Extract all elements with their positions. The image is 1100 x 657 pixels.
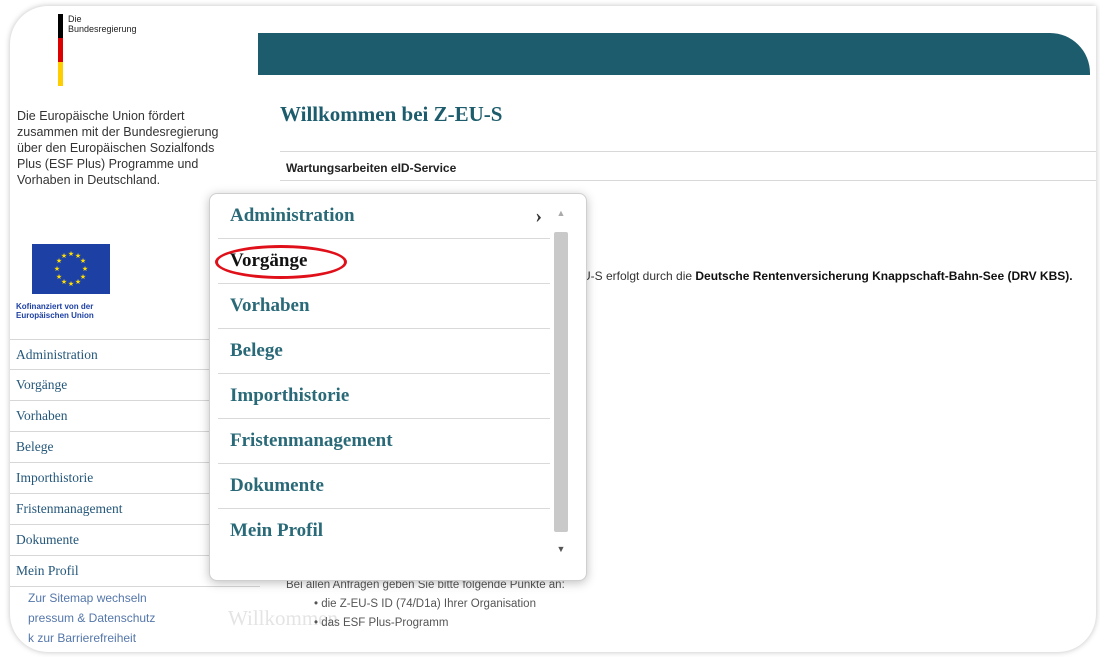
svg-text:★: ★ — [75, 278, 81, 286]
menu-item-importhistorie[interactable]: Importhistorie — [218, 374, 550, 419]
logo-small-text: Die — [68, 14, 82, 24]
list-item: die Z-EU-S ID (74/D1a) Ihrer Organisatio… — [314, 595, 565, 614]
divider — [280, 180, 1096, 181]
menu-item-administration[interactable]: Administration › — [218, 194, 550, 239]
eu-flag-icon: ★ ★ ★ ★ ★ ★ ★ ★ ★ ★ ★ ★ — [32, 244, 110, 294]
menu-item-vorgaenge[interactable]: Vorgänge — [215, 239, 550, 284]
german-flag-icon — [58, 14, 63, 86]
red-highlight-circle — [215, 245, 347, 279]
menu-item-dokumente[interactable]: Dokumente — [218, 464, 550, 509]
scroll-up-arrow-icon[interactable]: ▲ — [551, 208, 571, 220]
divider — [280, 151, 1096, 152]
menu-item-vorhaben[interactable]: Vorhaben — [218, 284, 550, 329]
navigation-dropdown-menu: Administration › Vorgänge Vorhaben Beleg… — [209, 193, 587, 581]
menu-scrollbar[interactable]: ▲ ▼ — [551, 208, 571, 556]
svg-text:★: ★ — [82, 265, 88, 273]
header-banner — [258, 33, 1090, 75]
operator-info: U-S erfolgt durch die Deutsche Rentenver… — [582, 269, 1073, 283]
chevron-right-icon[interactable]: › — [535, 194, 542, 238]
maintenance-notice-heading[interactable]: Wartungsarbeiten eID-Service — [286, 161, 456, 175]
menu-item-fristenmanagement[interactable]: Fristenmanagement — [218, 419, 550, 464]
menu-list: Administration › Vorgänge Vorhaben Beleg… — [215, 194, 550, 554]
scroll-down-arrow-icon[interactable]: ▼ — [551, 544, 571, 556]
svg-text:★: ★ — [68, 280, 74, 288]
contact-instructions: Bei allen Anfragen geben Sie bitte folge… — [286, 576, 565, 633]
svg-text:★: ★ — [80, 257, 86, 265]
menu-item-mein-profil[interactable]: Mein Profil — [218, 509, 550, 554]
impressum-link[interactable]: pressum & Datenschutz — [28, 608, 155, 628]
scroll-thumb[interactable] — [554, 232, 568, 532]
sitemap-link[interactable]: Zur Sitemap wechseln — [28, 588, 155, 608]
svg-text:★: ★ — [61, 252, 67, 260]
barrierefreiheit-link[interactable]: k zur Barrierefreiheit — [28, 628, 155, 648]
list-item: das ESF Plus-Programm — [314, 614, 565, 633]
page-frame: Die Bundesregierung Die Europäische Unio… — [10, 6, 1096, 652]
menu-item-belege[interactable]: Belege — [218, 329, 550, 374]
page-title: Willkommen bei Z-EU-S — [280, 102, 503, 126]
logo-name: Bundesregierung — [68, 24, 137, 34]
footer-links: Zur Sitemap wechseln pressum & Datenschu… — [28, 588, 155, 648]
intro-text: Die Europäische Union fördert zusammen m… — [17, 109, 219, 187]
eu-caption: Kofinanziert von der Europäischen Union — [16, 302, 94, 320]
svg-text:★: ★ — [54, 265, 60, 273]
svg-text:★: ★ — [68, 250, 74, 258]
svg-text:★: ★ — [56, 273, 62, 281]
